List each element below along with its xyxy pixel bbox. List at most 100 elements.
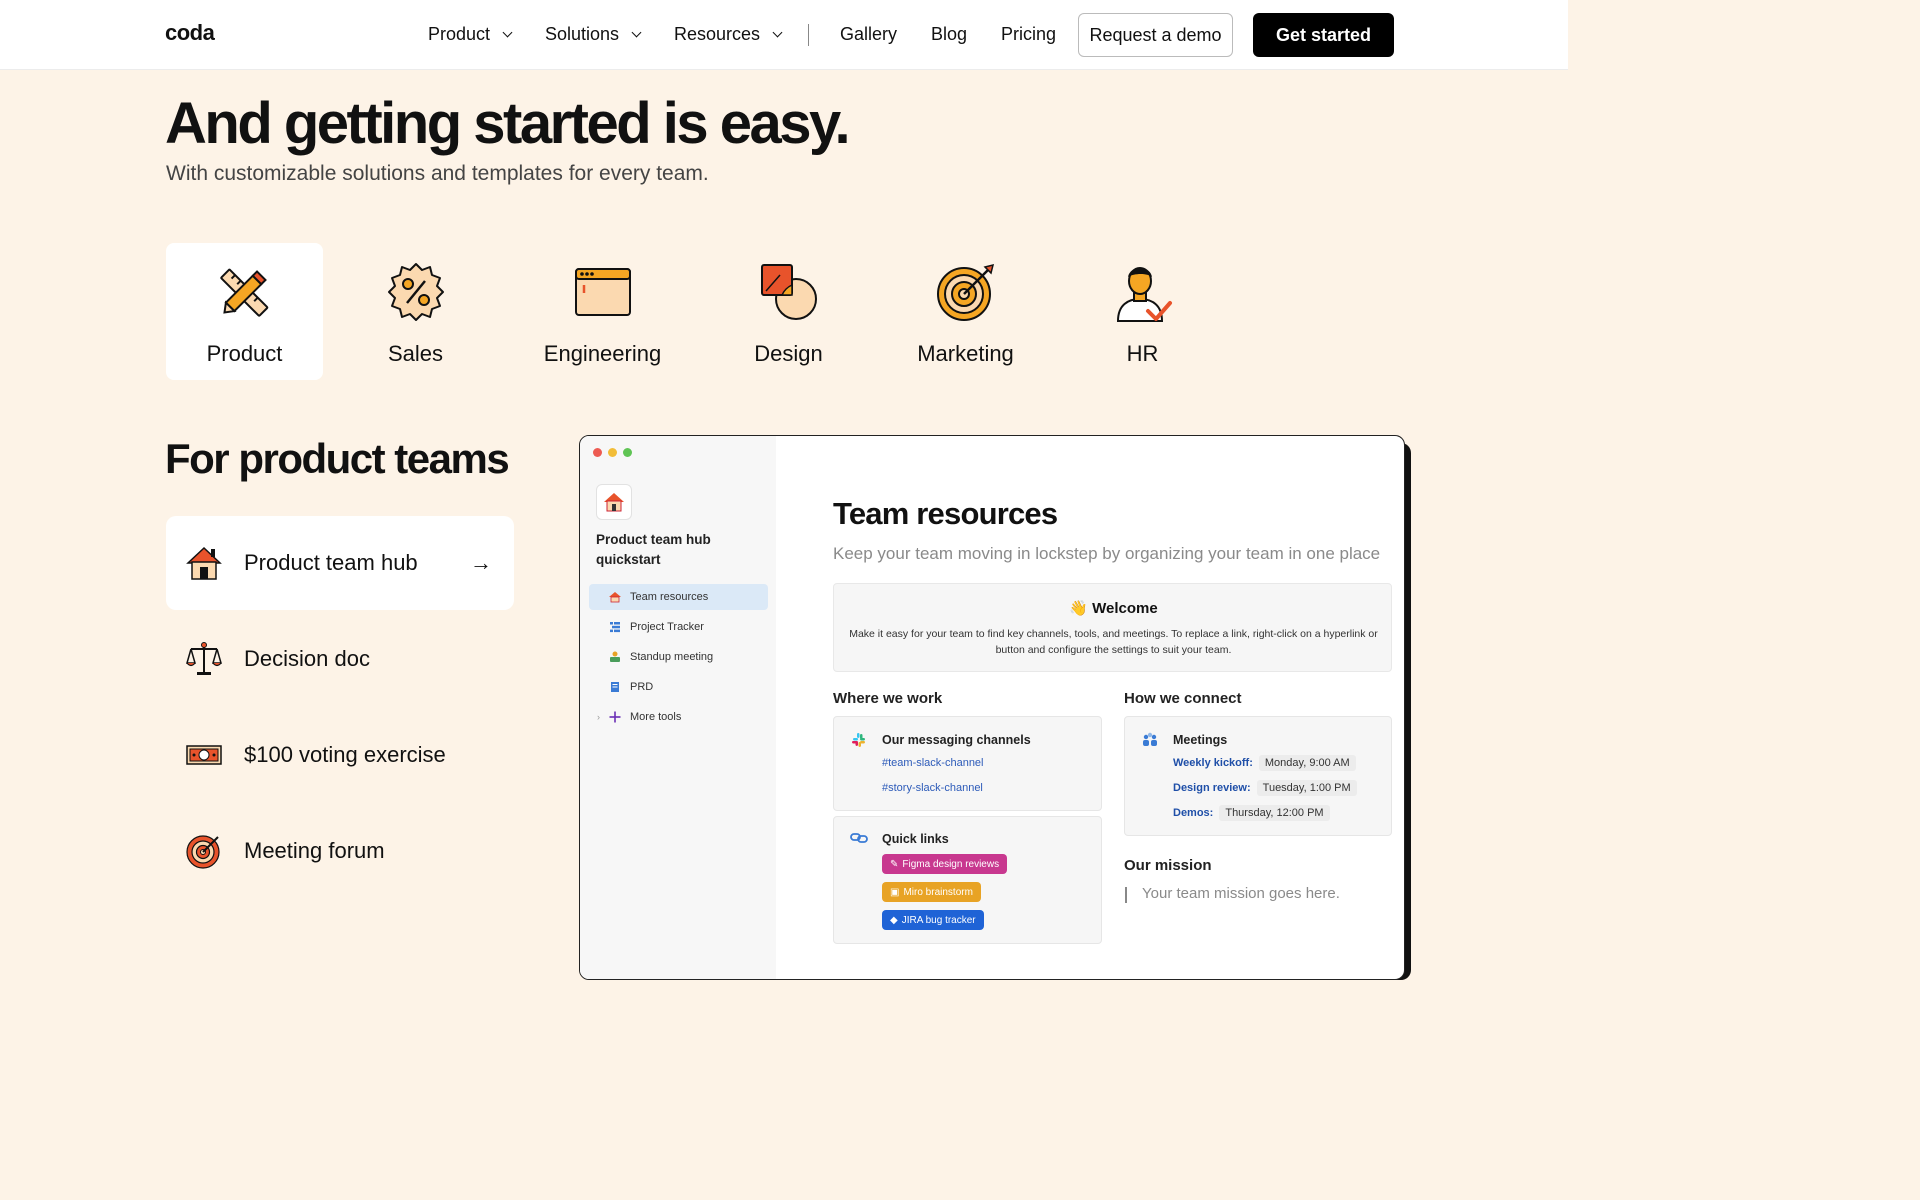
figma-icon: ✎ [890, 858, 899, 870]
category-tab-design[interactable]: Design [710, 243, 867, 380]
browser-window-icon [574, 268, 631, 316]
chevron-down-icon [631, 27, 642, 37]
house-icon [186, 546, 222, 580]
sidebar-item-team-resources[interactable]: Team resources [589, 584, 768, 610]
miro-link-button[interactable]: ▣ Miro brainstorm [882, 882, 981, 902]
channel-link[interactable]: #story-slack-channel [882, 782, 983, 794]
document-icon [611, 682, 619, 692]
category-label: Design [754, 341, 823, 366]
target-icon [936, 263, 994, 321]
sidebar-item-label: More tools [630, 711, 682, 723]
welcome-heading: 👋 Welcome [1069, 600, 1158, 617]
meeting-name[interactable]: Demos: [1173, 807, 1213, 819]
meeting-name[interactable]: Design review: [1173, 782, 1251, 794]
template-label: $100 voting exercise [244, 742, 446, 767]
doc-page-subtitle: Keep your team moving in lockstep by org… [833, 544, 1381, 563]
meetings-card: Meetings Weekly kickoff: Monday, 9:00 AM… [1124, 716, 1392, 836]
nav-pricing[interactable]: Pricing [1001, 24, 1056, 45]
nav-solutions-label: Solutions [545, 24, 620, 44]
meeting-row: Design review: Tuesday, 1:00 PM [1173, 780, 1357, 796]
template-product-team-hub[interactable]: Product team hub → [166, 516, 514, 610]
top-nav: coda Product Solutions Resources Gallery… [0, 0, 1568, 70]
list-icon [610, 622, 620, 633]
nav-divider [808, 24, 809, 46]
pill-label: Miro brainstorm [903, 886, 973, 898]
nav-gallery[interactable]: Gallery [840, 24, 897, 45]
category-label: HR [1126, 341, 1159, 366]
doc-icon-tile [596, 484, 632, 520]
jira-icon: ◆ [890, 914, 898, 926]
nav-product[interactable]: Product [428, 24, 513, 45]
meeting-name[interactable]: Weekly kickoff: [1173, 757, 1253, 769]
sidebar-item-label: Team resources [630, 591, 709, 603]
template-meeting-forum[interactable]: Meeting forum [166, 804, 514, 898]
nav-product-label: Product [428, 24, 491, 44]
how-we-connect-heading: How we connect [1124, 690, 1242, 707]
arrow-right-icon: → [470, 550, 492, 575]
target-icon [186, 835, 220, 869]
chevron-right-icon[interactable]: › [597, 712, 600, 722]
hero-title: And getting started is easy. [165, 91, 851, 156]
doc-preview-window: Product team hub quickstart Team resourc… [579, 435, 1405, 980]
sidebar-item-prd[interactable]: PRD [589, 674, 768, 700]
meeting-time: Thursday, 12:00 PM [1219, 805, 1330, 821]
template-label: Meeting forum [244, 838, 385, 863]
link-icon [850, 833, 868, 843]
template-decision-doc[interactable]: Decision doc [166, 612, 514, 706]
sidebar-item-more-tools[interactable]: › More tools [589, 704, 768, 730]
coda-logo[interactable]: coda [165, 20, 215, 46]
window-close-dot [593, 448, 602, 457]
mission-text[interactable]: Your team mission goes here. [1142, 885, 1340, 902]
category-label: Sales [387, 341, 444, 366]
nav-resources-label: Resources [674, 24, 761, 44]
category-tab-engineering[interactable]: Engineering [524, 243, 681, 380]
sidebar-item-label: Standup meeting [630, 651, 714, 663]
scales-icon [186, 642, 222, 675]
welcome-callout: 👋 Welcome Make it easy for your team to … [833, 583, 1392, 672]
house-icon [604, 493, 624, 512]
category-tab-product[interactable]: Product [166, 243, 323, 380]
mission-quote-bar [1125, 887, 1127, 903]
hero-subtitle: With customizable solutions and template… [166, 162, 709, 185]
where-we-work-heading: Where we work [833, 690, 943, 707]
pill-label: Figma design reviews [902, 858, 1000, 870]
template-label: Product team hub [244, 550, 418, 575]
meeting-row: Demos: Thursday, 12:00 PM [1173, 805, 1330, 821]
window-maximize-dot [623, 448, 632, 457]
people-icon [610, 651, 620, 662]
sidebar-item-label: PRD [630, 681, 654, 693]
category-tab-sales[interactable]: Sales [337, 243, 494, 380]
category-tab-marketing[interactable]: Marketing [887, 243, 1044, 380]
meeting-time: Monday, 9:00 AM [1258, 755, 1356, 771]
messaging-channels-title: Our messaging channels [882, 733, 1031, 747]
category-label: Engineering [543, 341, 662, 366]
jira-link-button[interactable]: ◆ JIRA bug tracker [882, 910, 984, 930]
category-tab-hr[interactable]: HR [1064, 243, 1221, 380]
template-voting-exercise[interactable]: $100 voting exercise [166, 708, 514, 802]
nav-resources[interactable]: Resources [674, 24, 783, 45]
house-icon [609, 592, 621, 603]
template-label: Decision doc [244, 646, 370, 671]
channel-link[interactable]: #team-slack-channel [882, 757, 984, 769]
meeting-time: Tuesday, 1:00 PM [1256, 780, 1357, 796]
meetings-title: Meetings [1173, 733, 1228, 747]
nav-solutions[interactable]: Solutions [545, 24, 642, 45]
figma-link-button[interactable]: ✎ Figma design reviews [882, 854, 1008, 874]
sidebar-item-standup-meeting[interactable]: Standup meeting [589, 644, 768, 670]
welcome-body: Make it easy for your team to find key c… [849, 628, 1378, 656]
nav-blog[interactable]: Blog [931, 24, 967, 45]
sidebar-item-project-tracker[interactable]: Project Tracker [589, 614, 768, 640]
section-title: For product teams [165, 435, 510, 482]
sidebar-item-label: Project Tracker [630, 621, 704, 633]
percent-badge-icon [387, 263, 444, 321]
dollar-bill-icon [186, 745, 222, 765]
pill-label: JIRA bug tracker [901, 914, 976, 926]
request-demo-button[interactable]: Request a demo [1078, 13, 1233, 57]
quick-links-card: Quick links ✎ Figma design reviews ▣ Mir… [833, 816, 1102, 944]
person-check-icon [1116, 267, 1172, 322]
get-started-button[interactable]: Get started [1253, 13, 1394, 57]
quick-links-title: Quick links [882, 832, 949, 846]
category-label: Product [206, 341, 283, 366]
doc-sidebar-title: Product team hub quickstart [596, 532, 711, 567]
slack-icon [852, 733, 865, 747]
